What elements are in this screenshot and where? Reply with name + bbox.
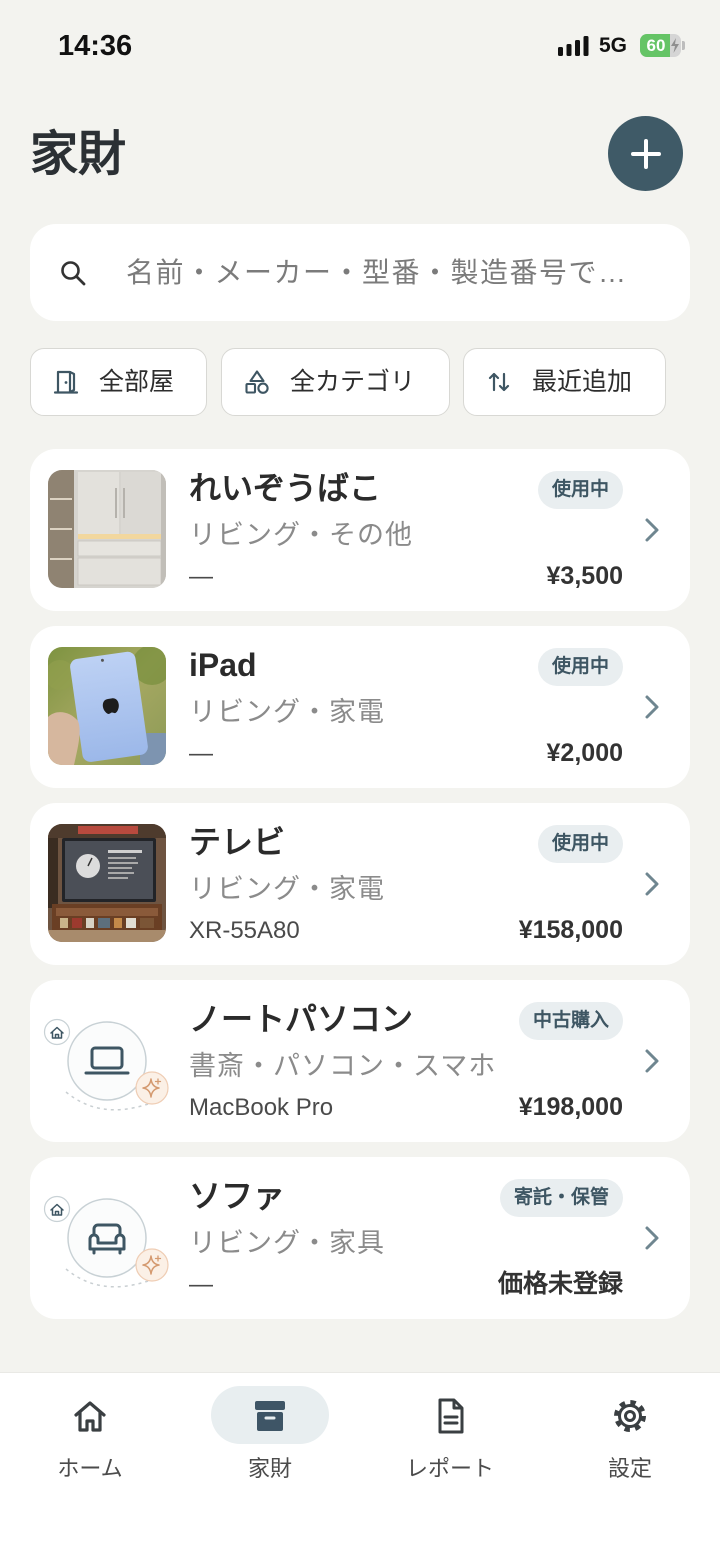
- document-icon: [438, 1398, 464, 1434]
- item-location: リビング・家電: [189, 874, 385, 904]
- status-badge: 使用中: [537, 648, 623, 686]
- item-price: 価格未登録: [497, 1270, 623, 1298]
- add-item-button[interactable]: [608, 116, 683, 191]
- item-model: —: [189, 740, 213, 767]
- item-name: iPad: [189, 647, 257, 683]
- signal-icon: [558, 36, 589, 56]
- status-badge: 使用中: [537, 471, 623, 509]
- tv-photo: [48, 824, 166, 942]
- item-photo: [48, 647, 166, 765]
- sort-label: 最近追加: [532, 368, 633, 396]
- placeholder-circle: [67, 1198, 147, 1278]
- chevron-right-icon: [645, 872, 659, 896]
- filter-category-label: 全カテゴリ: [290, 368, 416, 396]
- item-photo: [48, 824, 166, 942]
- gear-icon: [614, 1400, 646, 1432]
- sort-chip[interactable]: 最近追加: [463, 348, 666, 416]
- item-model: MacBook Pro: [189, 1094, 334, 1121]
- battery-percent: 60: [646, 36, 666, 55]
- tab-settings[interactable]: 設定: [540, 1373, 720, 1503]
- item-price: ¥198,000: [518, 1093, 623, 1121]
- item-location: リビング・家電: [189, 697, 385, 727]
- tab-report-label: レポート: [405, 1456, 494, 1481]
- item-model: —: [189, 1271, 213, 1298]
- item-placeholder-image: [43, 1195, 169, 1288]
- item-price: ¥3,500: [546, 562, 623, 590]
- home-icon: [74, 1401, 106, 1432]
- sparkle-icon: [135, 1071, 169, 1105]
- battery-nub: [682, 41, 685, 50]
- item-model: —: [189, 563, 213, 590]
- item-photo: [48, 470, 166, 588]
- network-type: 5G: [599, 34, 628, 57]
- item-location: 書斎・パソコン・スマホ: [189, 1051, 497, 1081]
- item-name: ノートパソコン: [189, 1001, 414, 1037]
- charging-bolt-icon: [671, 38, 679, 53]
- shapes-icon: [245, 370, 269, 394]
- archive-box-icon: [255, 1401, 285, 1431]
- item-location: リビング・家具: [189, 1228, 385, 1258]
- tab-items[interactable]: 家財: [180, 1373, 360, 1503]
- filter-room-label: 全部屋: [99, 368, 175, 396]
- chevron-right-icon: [645, 518, 659, 542]
- item-name: れいぞうばこ: [189, 470, 382, 506]
- filter-category-chip[interactable]: 全カテゴリ: [221, 348, 450, 416]
- chevron-right-icon: [645, 1049, 659, 1073]
- item-card[interactable]: れいぞうばこ 使用中 リビング・その他 — ¥3,500: [30, 449, 690, 611]
- search-icon: [61, 261, 86, 286]
- item-price: ¥2,000: [546, 739, 623, 767]
- sort-icon: [488, 372, 510, 392]
- battery-icon: 60: [640, 34, 681, 57]
- tab-home-label: ホーム: [57, 1456, 123, 1481]
- door-icon: [53, 370, 79, 394]
- tab-home[interactable]: ホーム: [0, 1373, 180, 1503]
- tab-items-label: 家財: [247, 1456, 292, 1481]
- item-price: ¥158,000: [518, 916, 623, 944]
- search-bar[interactable]: [30, 224, 690, 321]
- item-name: テレビ: [189, 824, 286, 860]
- home-icon: [43, 1195, 71, 1223]
- item-name: ソファ: [189, 1178, 286, 1214]
- tab-report[interactable]: レポート: [360, 1373, 540, 1503]
- filter-room-chip[interactable]: 全部屋: [30, 348, 207, 416]
- tab-settings-label: 設定: [607, 1456, 652, 1481]
- chevron-right-icon: [645, 695, 659, 719]
- sparkle-icon: [135, 1248, 169, 1282]
- status-badge: 使用中: [537, 825, 623, 863]
- status-badge: 中古購入: [518, 1002, 623, 1040]
- item-location: リビング・その他: [189, 520, 413, 550]
- bottom-tab-bar: ホーム 家財 レポート 設定: [0, 1372, 720, 1558]
- ipad-photo: [48, 647, 166, 765]
- item-placeholder-image: [43, 1018, 169, 1111]
- plus-icon: [630, 138, 661, 169]
- item-card[interactable]: iPad 使用中 リビング・家電 — ¥2,000: [30, 626, 690, 788]
- item-model: XR-55A80: [189, 917, 300, 944]
- status-time: 14:36: [58, 30, 133, 62]
- page-title: 家財: [30, 128, 127, 181]
- search-input[interactable]: [126, 224, 686, 321]
- placeholder-circle: [67, 1021, 147, 1101]
- item-card[interactable]: ノートパソコン 中古購入 書斎・パソコン・スマホ MacBook Pro ¥19…: [30, 980, 690, 1142]
- item-card[interactable]: ソファ 寄託・保管 リビング・家具 — 価格未登録: [30, 1157, 690, 1319]
- refrigerator-photo: [48, 470, 166, 588]
- chevron-right-icon: [645, 1226, 659, 1250]
- item-card[interactable]: テレビ 使用中 リビング・家電 XR-55A80 ¥158,000: [30, 803, 690, 965]
- home-icon: [43, 1018, 71, 1046]
- status-badge: 寄託・保管: [499, 1179, 623, 1217]
